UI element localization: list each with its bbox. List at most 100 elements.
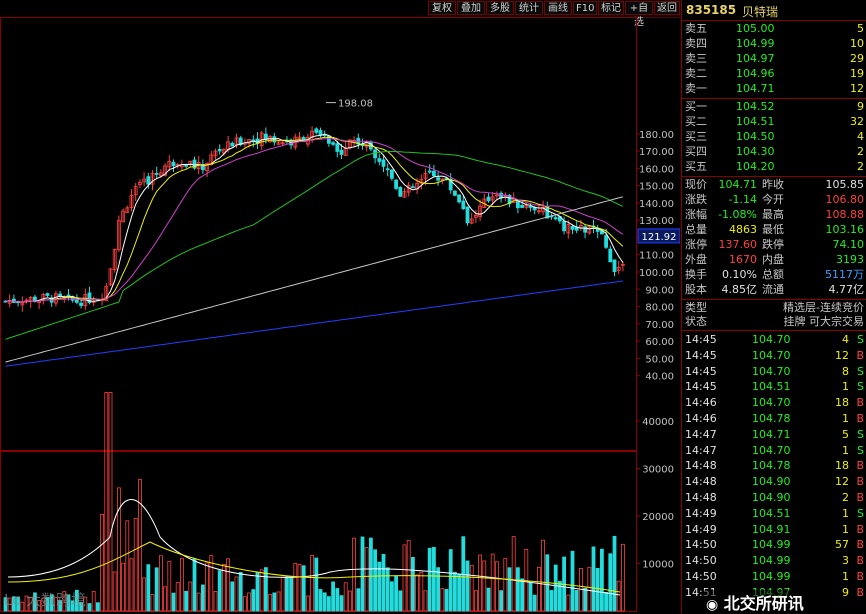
volume-bar	[200, 584, 205, 612]
volume-bar	[289, 576, 294, 612]
tick-side: B	[856, 522, 864, 536]
quote-label: 换手	[685, 268, 707, 281]
quote-separator	[682, 176, 866, 177]
volume-bar	[457, 574, 462, 612]
price-axis-label: 70.00	[645, 320, 674, 331]
type-label: 类型	[685, 301, 707, 314]
volume-bar	[473, 590, 478, 612]
volume-bar	[503, 557, 508, 612]
ma120-line	[5, 196, 624, 363]
volume-bar	[150, 594, 155, 612]
back-button[interactable]: 返回	[654, 1, 680, 15]
quote-label: 最低	[762, 223, 784, 236]
type-value: 挂牌 可大宗交易	[783, 315, 865, 328]
volume-bar	[108, 392, 113, 612]
tick-price: 104.70	[752, 333, 791, 346]
volume-bar	[171, 592, 176, 612]
candle-body	[394, 179, 399, 189]
multi-stock-button[interactable]: 多股	[486, 1, 514, 15]
tick-row: 14:50 104.99 3 B	[682, 554, 866, 568]
level-volume: 2	[857, 160, 864, 173]
restore-rights-button[interactable]: 复权	[428, 1, 456, 15]
tick-time: 14:46	[685, 412, 717, 425]
candle-body	[66, 294, 71, 297]
kline-chart-area[interactable]: 180.00170.00160.00150.00140.00130.00120.…	[0, 17, 680, 613]
volume-axis-label: 40000	[642, 417, 674, 428]
overlay-button[interactable]: 叠加	[457, 1, 485, 15]
tick-side: B	[856, 459, 864, 473]
draw-line-button[interactable]: 画线	[544, 1, 572, 15]
quote-label: 总额	[762, 268, 784, 281]
candle-body	[146, 176, 151, 185]
tick-time: 14:48	[685, 475, 717, 489]
volume-bar	[537, 566, 541, 612]
tick-time: 14:49	[685, 506, 717, 520]
stock-header: 835185 贝特瑞	[682, 0, 866, 21]
quote-label: 内盘	[762, 253, 784, 266]
candle-body	[486, 196, 491, 202]
price-axis-label: 140.00	[639, 199, 674, 210]
level-label: 卖一	[685, 82, 707, 95]
mark-button[interactable]: 标记	[598, 1, 624, 15]
level-volume: 19	[850, 67, 864, 80]
volume-bar	[608, 553, 613, 612]
tick-volume: 5	[842, 427, 849, 441]
candle-body	[373, 149, 378, 159]
price-axis-label: 150.00	[639, 182, 674, 193]
volume-bar	[427, 547, 432, 612]
tick-time: 14:45	[685, 348, 717, 362]
volume-bar	[314, 557, 319, 612]
tick-side: B	[856, 538, 864, 552]
tick-price: 104.99	[752, 554, 791, 568]
tick-time: 14:47	[685, 443, 717, 457]
volume-bar	[583, 587, 587, 612]
volume-bar	[482, 560, 487, 612]
tick-row: 14:45 104.51 1 S	[682, 380, 866, 394]
level-volume: 12	[850, 82, 864, 95]
price-axis-label: 40.00	[645, 372, 674, 383]
volume-bar	[301, 565, 306, 612]
tick-row: 14:48 104.90 12 B	[682, 475, 866, 489]
level-price: 104.30	[736, 145, 775, 158]
stock-name: 贝特瑞	[742, 5, 779, 19]
candle-body	[389, 169, 394, 179]
tick-time: 14:48	[685, 459, 717, 473]
level-label: 卖二	[685, 67, 707, 80]
tick-time: 14:50	[685, 570, 717, 583]
tick-price: 104.78	[752, 459, 791, 473]
volume-bar	[377, 561, 382, 612]
tick-volume: 4	[842, 333, 849, 346]
add-watchlist-button[interactable]: +自选	[625, 1, 653, 28]
volume-bar	[188, 581, 193, 612]
sell-level-row: 卖五 105.00 5	[682, 22, 866, 36]
candle-body	[184, 164, 189, 167]
quote-label: 流通	[762, 283, 784, 296]
tick-time: 14:46	[685, 396, 717, 410]
tick-volume: 3	[842, 554, 849, 568]
f10-button[interactable]: F10	[573, 1, 597, 15]
volume-bar	[158, 555, 163, 612]
tick-volume: 8	[842, 364, 849, 378]
tick-volume: 12	[835, 348, 849, 362]
volume-bar	[297, 563, 302, 612]
ma250-line	[5, 280, 623, 367]
volume-bar	[129, 558, 134, 612]
type-value: 精选层-连续竞价	[783, 301, 864, 314]
candle-body	[452, 190, 457, 196]
tick-volume: 1	[842, 506, 849, 520]
tick-row: 14:46 104.70 18 B	[682, 396, 866, 410]
tick-price: 104.51	[752, 380, 791, 394]
quote-value: 103.16	[825, 223, 865, 236]
tick-price: 104.70	[752, 364, 791, 378]
tick-price: 104.71	[752, 427, 791, 441]
quote-label: 今开	[762, 193, 784, 206]
quote-row: 换手 0.10% 总额 5117万	[682, 268, 866, 282]
tick-row: 14:45 104.70 12 B	[682, 349, 866, 363]
kline-chart[interactable]: 180.00170.00160.00150.00140.00130.00120.…	[0, 17, 680, 613]
volume-bar	[600, 548, 604, 612]
statistics-button[interactable]: 统计	[515, 1, 543, 15]
volume-bar	[163, 586, 168, 612]
level-label: 买五	[685, 160, 707, 173]
volume-bar	[142, 577, 147, 612]
volume-bar	[352, 537, 357, 612]
